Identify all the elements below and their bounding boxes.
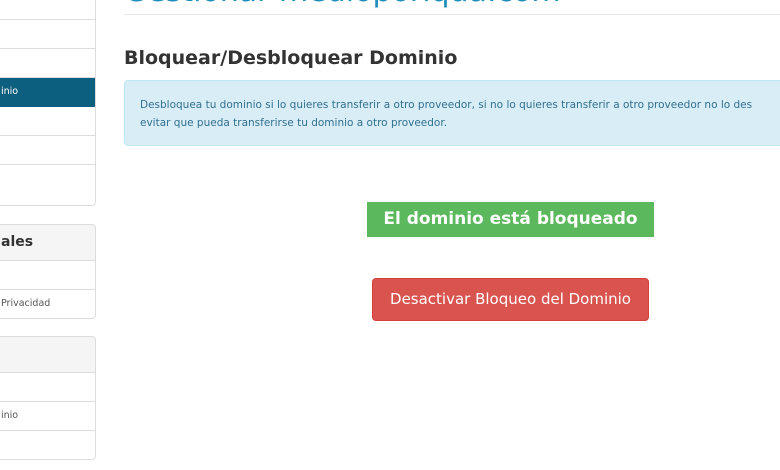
sidebar-item-other-1[interactable] [0,373,95,402]
info-text-line-2: evitar que pueda transferirse tu dominio… [140,117,448,129]
info-alert: Desbloquea tu dominio si lo quieres tran… [124,80,780,146]
sidebar-item-2[interactable] [0,20,95,49]
lock-status-badge: El dominio está bloqueado [367,202,654,237]
sidebar-item-3[interactable] [0,49,95,78]
sidebar-item-6[interactable] [0,136,95,165]
sidebar-panel-actions: inio [0,0,96,206]
page: inio ales Privacidad inio Gestionar medi… [0,0,780,470]
section-title: Bloquear/Desbloquear Dominio [124,47,458,69]
sidebar-item-domain-lock-active[interactable]: inio [0,78,95,107]
sidebar-item-5[interactable] [0,107,95,136]
sidebar-item-1[interactable] [0,0,95,20]
sidebar-panel-heading: ales [0,225,95,261]
sidebar-panel-additional: ales Privacidad [0,224,96,319]
sidebar-item-other-domain[interactable]: inio [0,402,95,431]
sidebar-item-other-3[interactable] [0,431,95,459]
sidebar-item-privacy[interactable]: Privacidad [0,290,95,318]
domain-heading: Gestionar medioporiqua.com [124,0,561,10]
sidebar-panel-heading [0,337,95,373]
sidebar-item-additional-1[interactable] [0,261,95,290]
heading-divider [124,14,780,15]
disable-lock-button[interactable]: Desactivar Bloqueo del Dominio [372,278,649,321]
info-text-line-1: Desbloquea tu dominio si lo quieres tran… [140,99,753,111]
sidebar-panel-other: inio [0,336,96,460]
sidebar-item-7[interactable] [0,165,95,194]
